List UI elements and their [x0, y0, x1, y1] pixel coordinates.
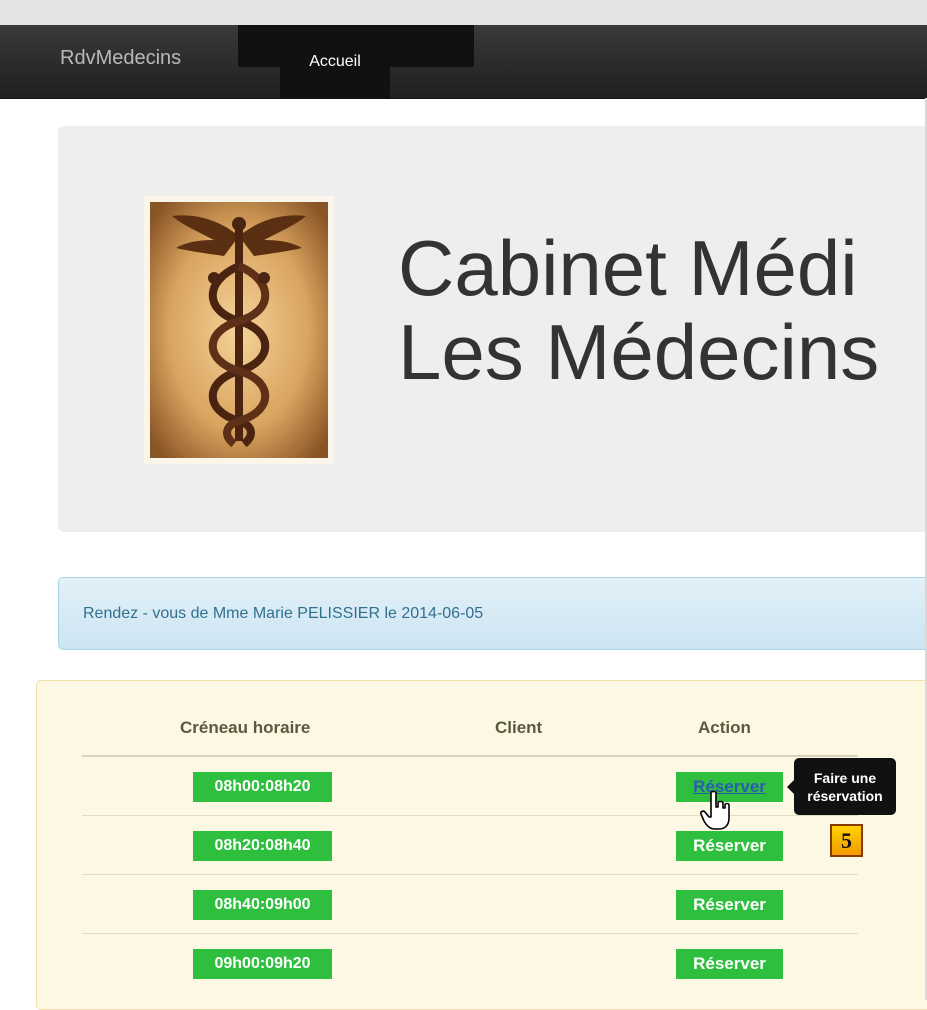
- column-header-slot: Créneau horaire: [180, 718, 311, 737]
- table-row-divider: [82, 874, 858, 875]
- headline-line-1: Cabinet Médi: [398, 224, 858, 312]
- slots-panel: [36, 680, 927, 1010]
- nav-item-accueil[interactable]: Accueil: [280, 25, 390, 98]
- navbar-brand[interactable]: RdvMedecins: [60, 47, 181, 70]
- jumbotron: Cabinet Médi Les Médecins: [58, 126, 927, 532]
- time-slot-badge: 08h00:08h20: [193, 772, 332, 802]
- hand-pointer-icon: [700, 790, 734, 832]
- time-slot-badge: 09h00:09h20: [193, 949, 332, 979]
- tooltip-line-2: réservation: [807, 787, 883, 804]
- browser-top-strip: [0, 0, 927, 25]
- navbar: RdvMedecins Accueil: [0, 25, 927, 99]
- table-row-divider: [82, 815, 858, 816]
- reserve-button[interactable]: Réserver: [676, 949, 783, 979]
- headline-line-2: Les Médecins: [398, 308, 880, 396]
- time-slot-badge: 08h40:09h00: [193, 890, 332, 920]
- reserve-button[interactable]: Réserver: [676, 890, 783, 920]
- column-header-action: Action: [698, 718, 751, 737]
- reserve-button[interactable]: Réserver: [676, 831, 783, 861]
- caduceus-logo-icon: [144, 196, 334, 464]
- table-header-divider: [82, 755, 858, 757]
- alert-text: Rendez - vous de Mme Marie PELISSIER le …: [83, 605, 484, 622]
- reserve-tooltip: Faire une réservation: [787, 758, 896, 815]
- time-slot-badge: 08h20:08h40: [193, 831, 332, 861]
- tooltip-line-1: Faire une: [813, 769, 877, 786]
- page-headline: Cabinet Médi Les Médecins: [398, 226, 927, 394]
- table-row-divider: [82, 933, 858, 934]
- step-number-badge: 5: [830, 824, 863, 857]
- column-header-client: Client: [495, 718, 543, 737]
- appointment-info-alert: Rendez - vous de Mme Marie PELISSIER le …: [58, 577, 927, 650]
